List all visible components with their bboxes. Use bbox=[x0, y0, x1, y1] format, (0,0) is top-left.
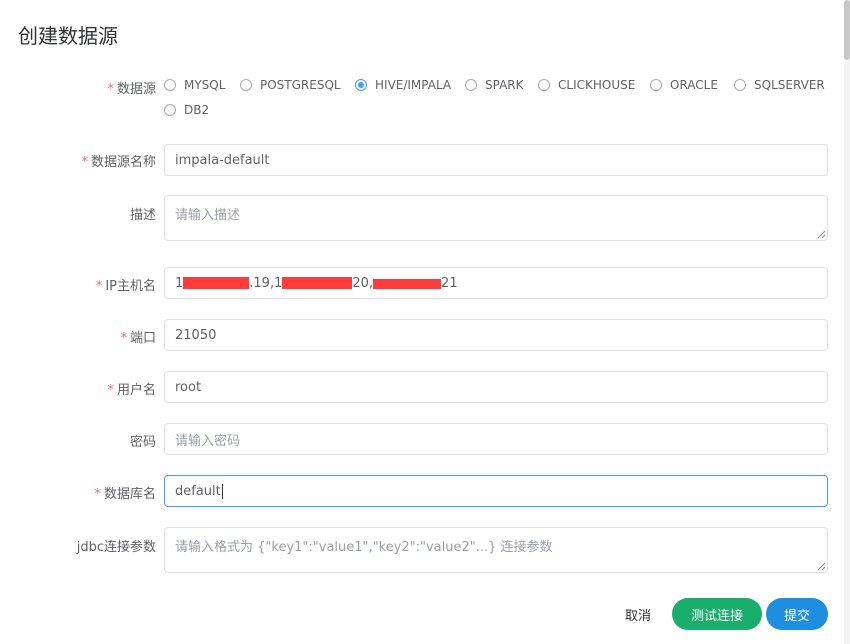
database-label: * 数据库名 bbox=[94, 483, 156, 502]
password-input[interactable]: 请输入密码 bbox=[164, 423, 828, 455]
jdbc-params-label: jdbc连接参数 bbox=[76, 540, 156, 555]
radio-label: DB2 bbox=[184, 103, 210, 117]
radio-circle-icon bbox=[240, 79, 252, 91]
required-asterisk: * bbox=[81, 155, 88, 170]
username-label: * 用户名 bbox=[107, 379, 156, 398]
password-placeholder: 请输入密码 bbox=[175, 433, 241, 449]
datasource-label-text: 数据源 bbox=[116, 82, 156, 97]
required-asterisk: * bbox=[95, 279, 103, 294]
redaction-mark bbox=[373, 277, 442, 289]
name-label-text: 数据源名称 bbox=[90, 155, 156, 170]
submit-button[interactable]: 提交 bbox=[766, 598, 828, 630]
host-input[interactable]: 1 .19,1 20, 21 bbox=[164, 267, 828, 299]
text-caret bbox=[221, 483, 223, 499]
password-label: 密码 bbox=[129, 435, 156, 450]
redaction-mark bbox=[183, 277, 250, 289]
host-value-part: .19,1 bbox=[249, 275, 283, 291]
database-input[interactable]: default bbox=[164, 475, 828, 507]
radio-circle-icon bbox=[538, 79, 550, 91]
jdbc-params-placeholder: 请输入格式为 {"key1":"value1","key2":"value2".… bbox=[175, 540, 553, 555]
username-label-text: 用户名 bbox=[116, 383, 156, 398]
radio-circle-icon bbox=[465, 79, 477, 91]
radio-label: HIVE/IMPALA bbox=[375, 78, 452, 92]
radio-sqlserver[interactable]: SQLSERVER bbox=[734, 78, 825, 92]
radio-checked-icon bbox=[355, 79, 367, 91]
radio-hive-impala[interactable]: HIVE/IMPALA bbox=[355, 78, 451, 92]
host-label: * IP主机名 bbox=[96, 275, 156, 294]
radio-label: CLICKHOUSE bbox=[558, 78, 636, 92]
radio-db2[interactable]: DB2 bbox=[164, 103, 209, 117]
radio-label: SQLSERVER bbox=[754, 78, 825, 92]
radio-label: POSTGRESQL bbox=[260, 78, 341, 92]
radio-postgresql[interactable]: POSTGRESQL bbox=[240, 78, 341, 92]
database-value: default bbox=[175, 483, 221, 499]
database-label-text: 数据库名 bbox=[103, 487, 156, 502]
port-value: 21050 bbox=[175, 327, 217, 343]
dialog-title: 创建数据源 bbox=[18, 24, 118, 48]
radio-label: MYSQL bbox=[184, 78, 226, 92]
host-value-part: 1 bbox=[175, 275, 184, 291]
username-value: root bbox=[175, 379, 202, 395]
resize-handle-icon[interactable] bbox=[817, 230, 825, 238]
radio-circle-icon bbox=[164, 104, 176, 116]
radio-circle-icon bbox=[734, 79, 746, 91]
radio-spark[interactable]: SPARK bbox=[465, 78, 524, 92]
radio-label: ORACLE bbox=[670, 78, 718, 92]
port-label: * 端口 bbox=[120, 327, 156, 346]
datasource-name-input[interactable]: impala-default bbox=[164, 144, 828, 176]
port-label-text: 端口 bbox=[129, 331, 156, 346]
description-label: 描述 bbox=[129, 208, 156, 223]
jdbc-params-textarea[interactable]: 请输入格式为 {"key1":"value1","key2":"value2".… bbox=[164, 527, 828, 573]
test-connection-button[interactable]: 测试连接 bbox=[672, 598, 762, 630]
redaction-mark bbox=[282, 277, 353, 289]
radio-clickhouse[interactable]: CLICKHOUSE bbox=[538, 78, 635, 92]
name-label: * 数据源名称 bbox=[81, 151, 156, 170]
radio-label: SPARK bbox=[485, 78, 524, 92]
radio-mysql[interactable]: MYSQL bbox=[164, 78, 225, 92]
cancel-button[interactable]: 取消 bbox=[612, 598, 664, 630]
required-asterisk: * bbox=[107, 82, 114, 97]
required-asterisk: * bbox=[94, 487, 101, 502]
resize-handle-icon[interactable] bbox=[817, 562, 825, 570]
host-label-text: IP主机名 bbox=[105, 279, 156, 294]
username-input[interactable]: root bbox=[164, 371, 828, 403]
scrollbar-thumb[interactable] bbox=[844, 0, 850, 60]
scrollbar-track[interactable] bbox=[844, 0, 850, 644]
description-placeholder: 请输入描述 bbox=[175, 208, 241, 223]
radio-circle-icon bbox=[164, 79, 176, 91]
description-textarea[interactable]: 请输入描述 bbox=[164, 195, 828, 241]
required-asterisk: * bbox=[107, 383, 114, 398]
host-value-part: 21 bbox=[441, 275, 458, 291]
datasource-name-value: impala-default bbox=[175, 152, 270, 168]
radio-circle-icon bbox=[650, 79, 662, 91]
port-input[interactable]: 21050 bbox=[164, 319, 828, 351]
required-asterisk: * bbox=[120, 331, 127, 346]
host-value-part: 20, bbox=[352, 275, 374, 291]
datasource-label: * 数据源 bbox=[107, 78, 156, 97]
radio-oracle[interactable]: ORACLE bbox=[650, 78, 718, 92]
